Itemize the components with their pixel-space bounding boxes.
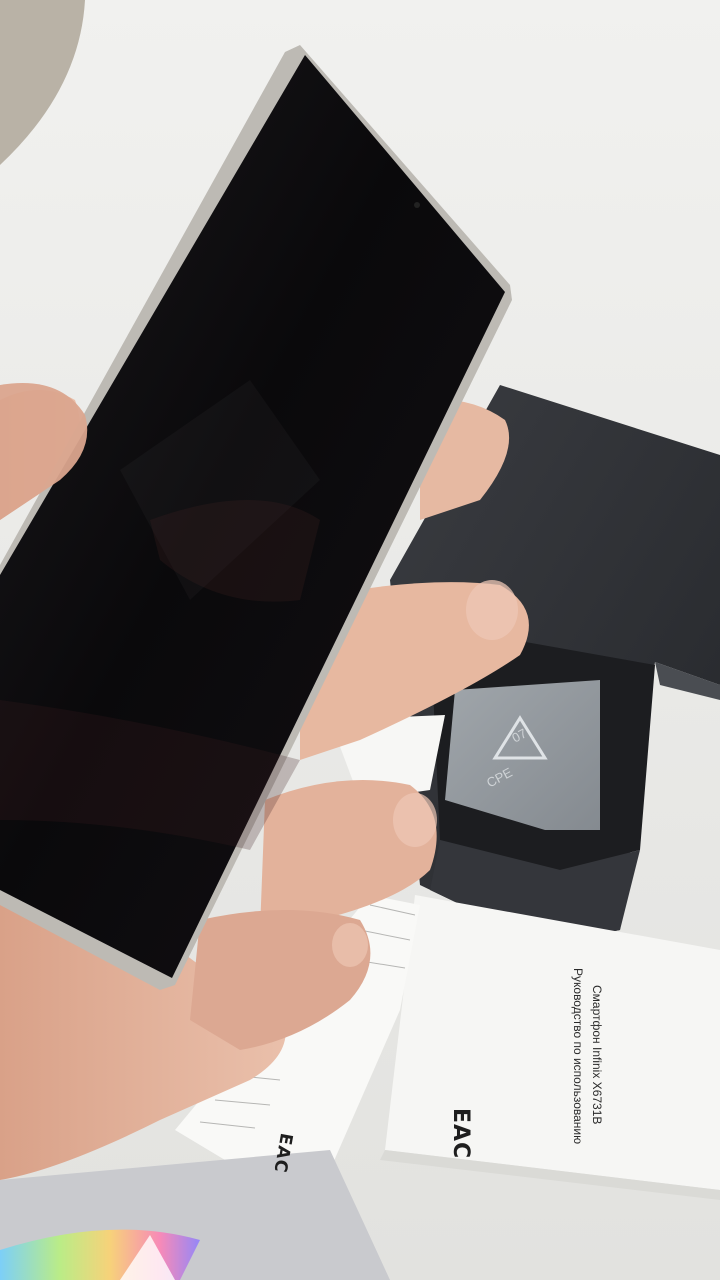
booklet-subtitle: Руководство по использованию — [571, 968, 585, 1145]
booklet-eac-mark: EAC — [448, 1108, 473, 1160]
scene-illustration — [0, 0, 720, 1280]
booklet-title: Смартфон Infinix X6731B — [590, 985, 604, 1125]
photo-scene: Смартфон Infinix X6731B Руководство по и… — [0, 0, 720, 1280]
front-camera — [414, 202, 420, 208]
